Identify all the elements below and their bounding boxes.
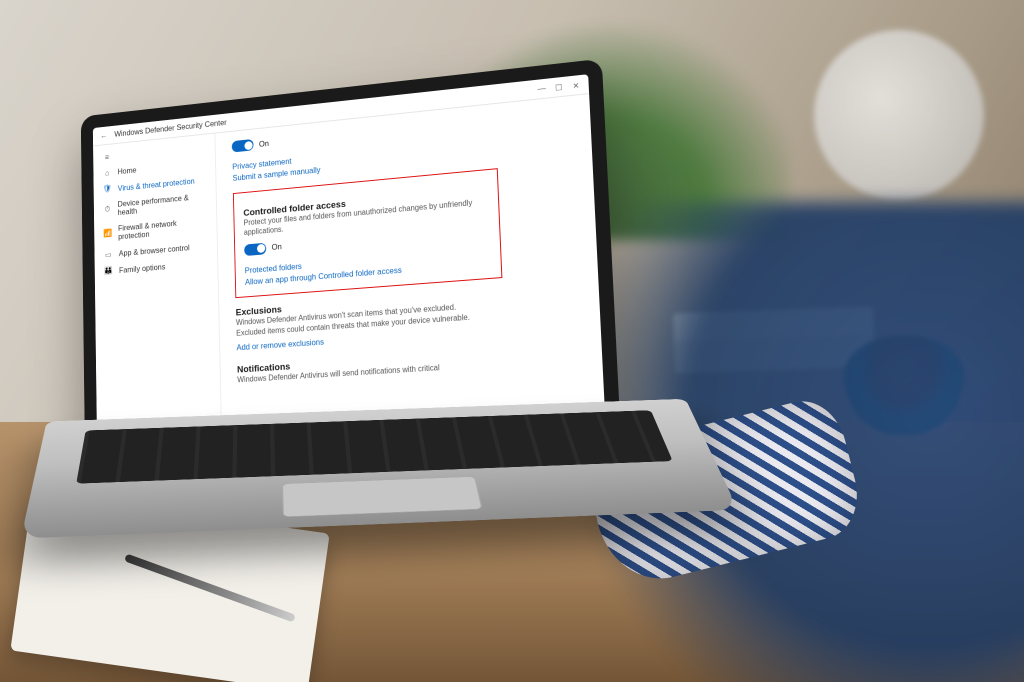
back-button[interactable]: ← (100, 131, 108, 140)
sidebar-item-label: Virus & threat protection (118, 176, 195, 192)
laptop-lid: ← Windows Defender Security Center — ☐ ✕… (81, 59, 621, 453)
hamburger-icon: ≡ (102, 153, 112, 162)
controlled-folder-access-section: Controlled folder access Protect your fi… (233, 168, 503, 299)
main-content: On Privacy statement Submit a sample man… (215, 94, 605, 432)
globe-decor (814, 30, 984, 200)
family-icon: 👪 (103, 266, 114, 276)
sidebar-item-label: Home (117, 166, 136, 176)
minimize-button[interactable]: — (537, 84, 546, 94)
home-icon: ⌂ (102, 168, 112, 177)
realtime-protection-toggle-row: On (232, 137, 269, 152)
sidebar-item-label: App & browser control (119, 243, 190, 258)
close-button[interactable]: ✕ (571, 80, 581, 91)
laptop-trackpad (282, 476, 483, 517)
shield-icon: 🛡 (102, 184, 112, 194)
sidebar: ≡ ⌂ Home 🛡 Virus & threat protection ⏱ D… (93, 134, 222, 439)
laptop: ← Windows Defender Security Center — ☐ ✕… (60, 80, 700, 600)
app-window: ← Windows Defender Security Center — ☐ ✕… (93, 74, 605, 438)
maximize-button[interactable]: ☐ (554, 81, 564, 92)
firewall-icon: 📶 (103, 229, 113, 239)
laptop-base (21, 399, 738, 539)
sidebar-item-label: Device performance & health (118, 192, 208, 217)
performance-icon: ⏱ (102, 204, 112, 214)
laptop-keyboard (76, 410, 673, 483)
realtime-protection-toggle[interactable] (232, 139, 254, 153)
cfa-toggle[interactable] (244, 242, 266, 255)
sidebar-item-label: Family options (119, 262, 165, 274)
cfa-toggle-label: On (272, 242, 282, 252)
sidebar-item-label: Firewall & network protection (118, 216, 208, 241)
app-browser-icon: ▭ (103, 249, 114, 259)
realtime-protection-toggle-label: On (259, 139, 269, 149)
